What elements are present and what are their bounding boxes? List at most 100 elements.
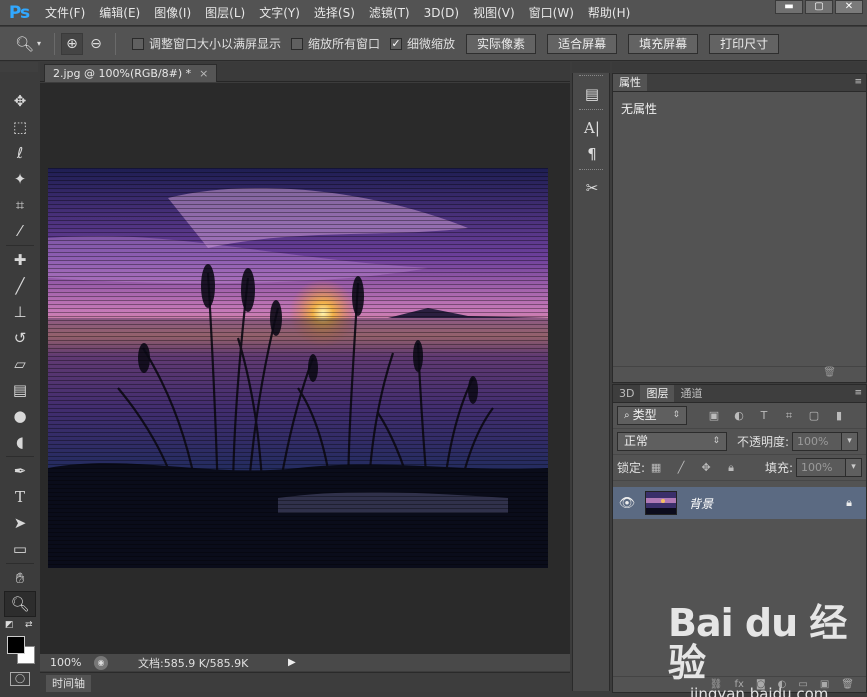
zoom-in-button[interactable]: ⊕ bbox=[61, 32, 83, 55]
brush-tool[interactable]: ╱ bbox=[4, 273, 36, 299]
lock-all-icon[interactable]: 🔒︎ bbox=[724, 461, 738, 475]
path-selection-tool[interactable]: ➤ bbox=[4, 510, 36, 536]
toolbar-collapse-bar[interactable] bbox=[0, 62, 38, 72]
hand-tool[interactable]: ✋︎ bbox=[4, 565, 36, 591]
close-tab-icon[interactable]: × bbox=[199, 67, 208, 80]
menu-3d[interactable]: 3D(D) bbox=[417, 0, 466, 26]
trash-icon[interactable]: 🗑︎ bbox=[823, 367, 836, 378]
zoom-tool-preset-picker[interactable]: 🔍︎ ▾ bbox=[8, 32, 48, 56]
menu-file[interactable]: 文件(F) bbox=[38, 0, 92, 26]
minimize-button[interactable]: ▬ bbox=[775, 0, 803, 14]
eraser-tool[interactable]: ▱ bbox=[4, 351, 36, 377]
type-filter-icon[interactable]: T bbox=[757, 409, 771, 423]
eyedropper-tool[interactable]: ⁄ bbox=[4, 218, 36, 244]
magic-wand-tool[interactable]: ✦ bbox=[4, 166, 36, 192]
tab-properties[interactable]: 属性 bbox=[613, 74, 647, 91]
tool-presets-button[interactable]: ✂ bbox=[573, 175, 611, 201]
character-panel-button[interactable]: A| bbox=[573, 115, 611, 141]
magnifier-icon: 🔍︎ bbox=[10, 595, 30, 613]
close-button[interactable]: ✕ bbox=[835, 0, 863, 14]
dock-grip[interactable] bbox=[579, 109, 603, 113]
dodge-tool[interactable]: ◖ bbox=[4, 429, 36, 455]
tab-3d[interactable]: 3D bbox=[613, 385, 640, 402]
marquee-tool[interactable]: ⬚ bbox=[4, 114, 36, 140]
lock-transparent-icon[interactable]: ▦ bbox=[649, 461, 663, 475]
blend-mode-select[interactable]: 正常 ⇕ bbox=[617, 432, 727, 451]
opacity-dropdown-icon[interactable]: ▾ bbox=[842, 432, 859, 451]
menu-image[interactable]: 图像(I) bbox=[147, 0, 198, 26]
shape-filter-icon[interactable]: ⌗ bbox=[782, 409, 796, 423]
document-image[interactable] bbox=[48, 168, 548, 568]
rectangle-tool[interactable]: ▭ bbox=[4, 536, 36, 562]
rect-marquee-icon: ⬚ bbox=[12, 118, 28, 136]
right-panels-collapse-bar[interactable] bbox=[612, 62, 867, 72]
layer-kind-filter[interactable]: ⌕ 类型 ⇕ bbox=[617, 406, 687, 425]
quick-mask-button[interactable]: ◯ bbox=[10, 672, 30, 686]
blur-tool[interactable]: ● bbox=[4, 403, 36, 429]
history-panel-button[interactable]: ▤ bbox=[573, 81, 611, 107]
lock-image-icon[interactable]: ╱ bbox=[674, 461, 688, 475]
actual-pixels-button[interactable]: 实际像素 bbox=[466, 33, 537, 54]
swap-colors-icon[interactable]: ⇄ bbox=[25, 620, 33, 630]
menu-filter[interactable]: 滤镜(T) bbox=[362, 0, 417, 26]
dock-collapse-bar[interactable] bbox=[572, 62, 610, 72]
fill-input[interactable]: 100% bbox=[796, 458, 846, 477]
eye-icon[interactable]: 👁︎ bbox=[613, 496, 641, 511]
menu-window[interactable]: 窗口(W) bbox=[522, 0, 581, 26]
zoom-out-button[interactable]: ⊖ bbox=[85, 33, 107, 55]
tab-layers[interactable]: 图层 bbox=[640, 385, 675, 402]
print-size-button[interactable]: 打印尺寸 bbox=[709, 33, 780, 54]
tab-channels[interactable]: 通道 bbox=[674, 385, 708, 402]
zoom-all-checkbox[interactable] bbox=[291, 37, 304, 50]
default-colors-icon[interactable]: ◩ bbox=[5, 620, 14, 630]
move-tool[interactable]: ✥ bbox=[4, 88, 36, 114]
filter-toggle-icon[interactable]: ▮ bbox=[832, 409, 846, 423]
menu-layer[interactable]: 图层(L) bbox=[198, 0, 252, 26]
crop-tool[interactable]: ⌗ bbox=[4, 192, 36, 218]
foreground-color-swatch[interactable] bbox=[7, 636, 25, 654]
dock-grip[interactable] bbox=[579, 169, 603, 173]
layer-name[interactable]: 背景 bbox=[689, 495, 713, 512]
panel-menu-icon[interactable]: ≡ bbox=[854, 74, 866, 91]
bandage-icon: ✚ bbox=[13, 251, 27, 269]
layer-row-background[interactable]: 👁︎ 背景 🔒︎ bbox=[613, 487, 866, 519]
lasso-tool[interactable]: ℓ bbox=[4, 140, 36, 166]
timeline-tab[interactable]: 时间轴 bbox=[46, 675, 91, 692]
separator bbox=[6, 245, 34, 246]
photoshop-logo: Ps bbox=[8, 2, 30, 23]
healing-brush-tool[interactable]: ✚ bbox=[4, 247, 36, 273]
history-brush-tool[interactable]: ↺ bbox=[4, 325, 36, 351]
menu-bar: Ps 文件(F) 编辑(E) 图像(I) 图层(L) 文字(Y) 选择(S) 滤… bbox=[0, 0, 867, 26]
menu-help[interactable]: 帮助(H) bbox=[581, 0, 637, 26]
panel-menu-icon[interactable]: ≡ bbox=[854, 385, 866, 402]
opacity-input[interactable]: 100% bbox=[792, 432, 843, 451]
lock-position-icon[interactable]: ✥ bbox=[699, 461, 713, 475]
zoom-level[interactable]: 100% bbox=[40, 656, 90, 669]
lock-label: 锁定: bbox=[617, 461, 646, 475]
clone-stamp-tool[interactable]: ⊥ bbox=[4, 299, 36, 325]
canvas-area[interactable] bbox=[40, 83, 570, 653]
document-profile-icon[interactable]: ◉ bbox=[94, 655, 108, 670]
type-tool[interactable]: T bbox=[4, 484, 36, 510]
menu-view[interactable]: 视图(V) bbox=[466, 0, 522, 26]
maximize-button[interactable]: ▢ bbox=[805, 0, 833, 14]
dock-grip[interactable] bbox=[579, 75, 603, 79]
document-tab[interactable]: 2.jpg @ 100%(RGB/8#) * × bbox=[44, 64, 218, 82]
smart-object-filter-icon[interactable]: ▢ bbox=[807, 409, 821, 423]
fill-screen-button[interactable]: 填充屏幕 bbox=[628, 33, 699, 54]
menu-edit[interactable]: 编辑(E) bbox=[92, 0, 147, 26]
adjustment-filter-icon[interactable]: ◐ bbox=[732, 409, 746, 423]
pen-tool[interactable]: ✒ bbox=[4, 458, 36, 484]
pen-icon: ✒ bbox=[13, 462, 27, 480]
menu-type[interactable]: 文字(Y) bbox=[252, 0, 307, 26]
fill-dropdown-icon[interactable]: ▾ bbox=[846, 458, 862, 477]
pixel-filter-icon[interactable]: ▣ bbox=[707, 409, 721, 423]
zoom-tool[interactable]: 🔍︎ bbox=[4, 591, 36, 617]
resize-windows-checkbox[interactable] bbox=[132, 37, 144, 50]
scrubby-zoom-checkbox[interactable]: ✓ bbox=[390, 37, 403, 50]
paragraph-panel-button[interactable]: ¶ bbox=[573, 141, 611, 167]
fit-screen-button[interactable]: 适合屏幕 bbox=[547, 33, 618, 54]
status-menu-arrow-icon[interactable]: ▶ bbox=[288, 657, 296, 668]
menu-select[interactable]: 选择(S) bbox=[307, 0, 362, 26]
gradient-tool[interactable]: ▤ bbox=[4, 377, 36, 403]
